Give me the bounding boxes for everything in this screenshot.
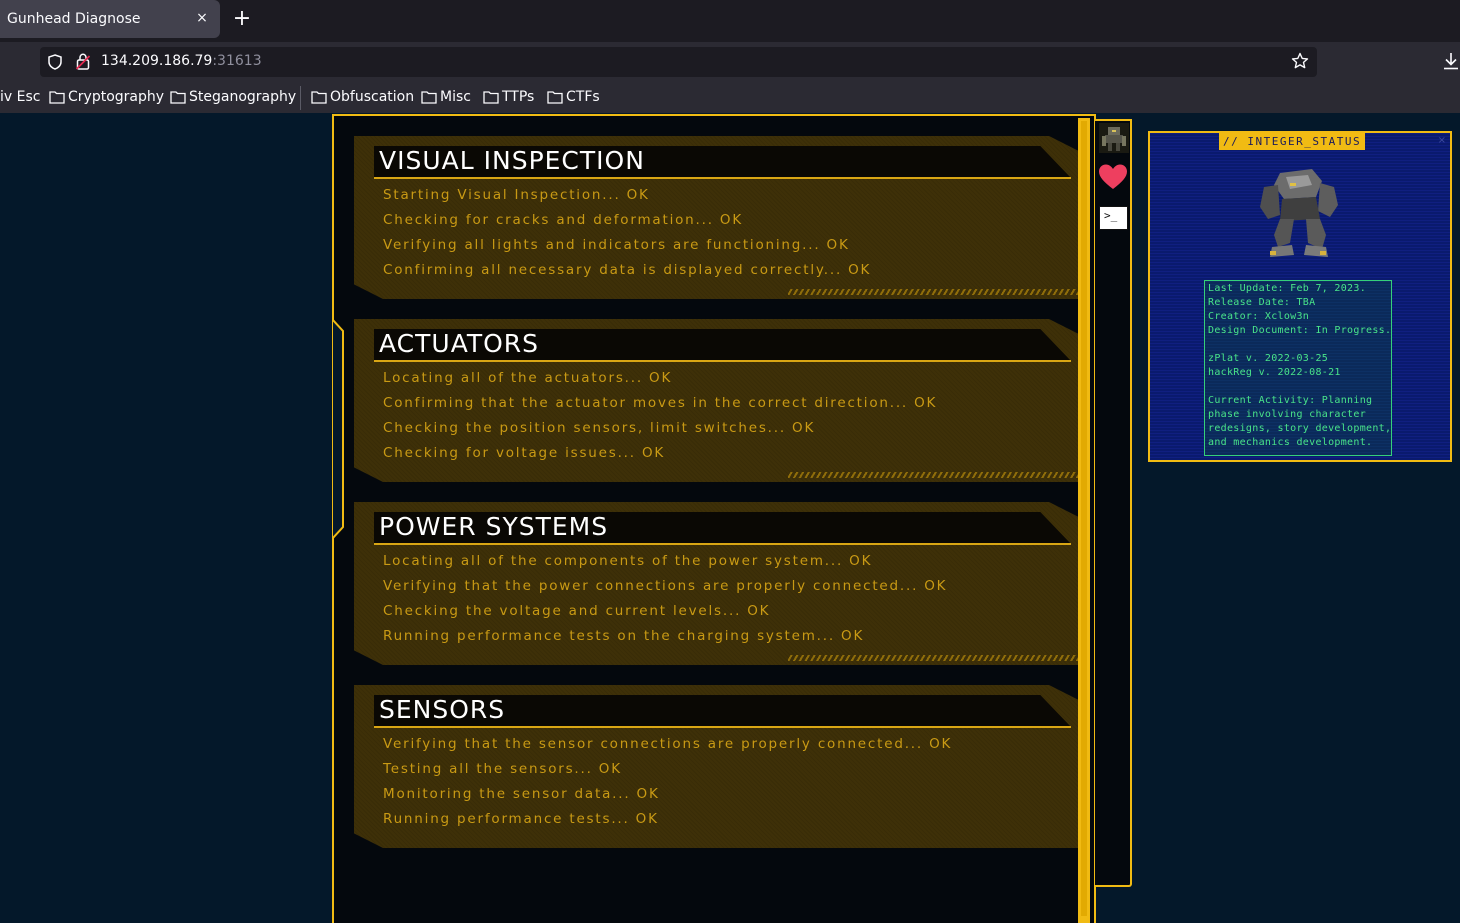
status-line: and mechanics development. [1208, 437, 1373, 448]
folder-icon [49, 91, 65, 104]
status-line: phase involving character [1208, 409, 1367, 420]
folder-icon [421, 91, 437, 104]
status-info-box: Last Update: Feb 7, 2023. Release Date: … [1204, 280, 1392, 456]
diagnostic-line: Checking the position sensors, limit swi… [383, 420, 816, 436]
section-title: POWER SYSTEMS [379, 512, 609, 541]
status-panel-tag: // INTEGER_STATUS [1219, 133, 1366, 150]
status-line: Current Activity: Planning [1208, 395, 1373, 406]
bookmarks-toolbar: iv Esc Cryptography Steganography Obfusc… [0, 82, 1460, 113]
status-line: Release Date: TBA [1208, 297, 1316, 308]
diagnostic-line: Confirming that the actuator moves in th… [383, 395, 938, 411]
status-line: redesigns, story development, [1208, 423, 1392, 434]
browser-tab-bar: Gunhead Diagnose × + [0, 0, 1460, 42]
diagnostic-line: Checking for voltage issues... OK [383, 445, 666, 461]
bookmark-ttps[interactable]: TTPs [483, 89, 534, 105]
terminal-glyph: >_ [1104, 209, 1118, 222]
diagnostic-line: Confirming all necessary data is display… [383, 262, 872, 278]
browser-nav-bar: 134.209.186.79:31613 [0, 42, 1460, 82]
bookmark-steganography[interactable]: Steganography [170, 89, 296, 105]
close-icon[interactable]: × [194, 10, 210, 26]
close-icon[interactable]: × [1438, 135, 1446, 146]
url-host: 134.209.186.79 [101, 53, 213, 69]
status-line: Design Document: In Progress. [1208, 325, 1392, 336]
bookmark-separator [300, 86, 301, 110]
diagnostic-line: Testing all the sensors... OK [383, 761, 622, 777]
diagnostic-line: Locating all of the components of the po… [383, 553, 873, 569]
status-line: hackReg v. 2022-08-21 [1208, 367, 1341, 378]
section-actuators: ACTUATORS Locating all of the actuators.… [354, 319, 1078, 482]
bookmark-obfuscation[interactable]: Obfuscation [311, 89, 414, 105]
folder-icon [483, 91, 499, 104]
bookmark-star-icon[interactable] [1291, 52, 1309, 70]
diagnostic-line: Running performance tests... OK [383, 811, 659, 827]
section-visual-inspection: VISUAL INSPECTION Starting Visual Inspec… [354, 136, 1078, 299]
shield-icon[interactable] [48, 54, 62, 70]
new-tab-button[interactable]: + [230, 8, 254, 32]
diagnostic-line: Verifying that the sensor connections ar… [383, 736, 953, 752]
status-line: Last Update: Feb 7, 2023. [1208, 283, 1367, 294]
bookmark-priv-esc[interactable]: iv Esc [0, 89, 40, 105]
section-title-underline [374, 543, 1071, 545]
section-power-systems: POWER SYSTEMS Locating all of the compon… [354, 502, 1078, 665]
mech-robot-icon [1260, 169, 1338, 257]
insecure-lock-icon[interactable] [76, 53, 90, 70]
heart-icon[interactable] [1098, 163, 1128, 191]
tab-title: Gunhead Diagnose [7, 11, 141, 27]
diagnostic-line: Running performance tests on the chargin… [383, 628, 865, 644]
diagnostic-line: Monitoring the sensor data... OK [383, 786, 660, 802]
bookmark-cryptography[interactable]: Cryptography [49, 89, 164, 105]
diagnostic-line: Checking the voltage and current levels.… [383, 603, 771, 619]
section-title-underline [374, 177, 1071, 179]
section-title-underline [374, 726, 1071, 728]
folder-icon [311, 91, 327, 104]
status-line: zPlat v. 2022-03-25 [1208, 353, 1329, 364]
folder-icon [170, 91, 186, 104]
bookmark-ctfs[interactable]: CTFs [547, 89, 600, 105]
folder-icon [547, 91, 563, 104]
panel-scrollbar-thumb[interactable] [1081, 121, 1087, 916]
diagnostic-line: Checking for cracks and deformation... O… [383, 212, 743, 228]
section-title: VISUAL INSPECTION [379, 146, 645, 175]
terminal-icon[interactable]: >_ [1099, 206, 1128, 230]
status-line: Creator: Xclow3n [1208, 311, 1310, 322]
panel-notch-decoration [332, 319, 344, 539]
diagnostic-line: Verifying that the power connections are… [383, 578, 948, 594]
side-icon-bar [1095, 119, 1132, 887]
hatch-decoration [788, 289, 1078, 295]
download-icon[interactable] [1442, 51, 1460, 71]
url-bar[interactable]: 134.209.186.79:31613 [40, 47, 1317, 77]
page-content: VISUAL INSPECTION Starting Visual Inspec… [0, 113, 1460, 923]
section-title: ACTUATORS [379, 329, 540, 358]
section-title-underline [374, 360, 1071, 362]
integer-status-panel: // INTEGER_STATUS × Last Update: Feb 7, … [1148, 131, 1452, 462]
section-sensors: SENSORS Verifying that the sensor connec… [354, 685, 1078, 848]
diagnostic-line: Verifying all lights and indicators are … [383, 237, 850, 253]
section-title: SENSORS [379, 695, 506, 724]
hatch-decoration [788, 655, 1078, 661]
hatch-decoration [788, 472, 1078, 478]
url-port: :31613 [212, 53, 262, 69]
diagnostic-line: Starting Visual Inspection... OK [383, 187, 650, 203]
mech-avatar-icon[interactable] [1099, 123, 1129, 153]
browser-tab[interactable]: Gunhead Diagnose × [0, 0, 220, 38]
url-text[interactable]: 134.209.186.79:31613 [101, 53, 262, 69]
diagnostic-line: Locating all of the actuators... OK [383, 370, 673, 386]
bookmark-misc[interactable]: Misc [421, 89, 471, 105]
